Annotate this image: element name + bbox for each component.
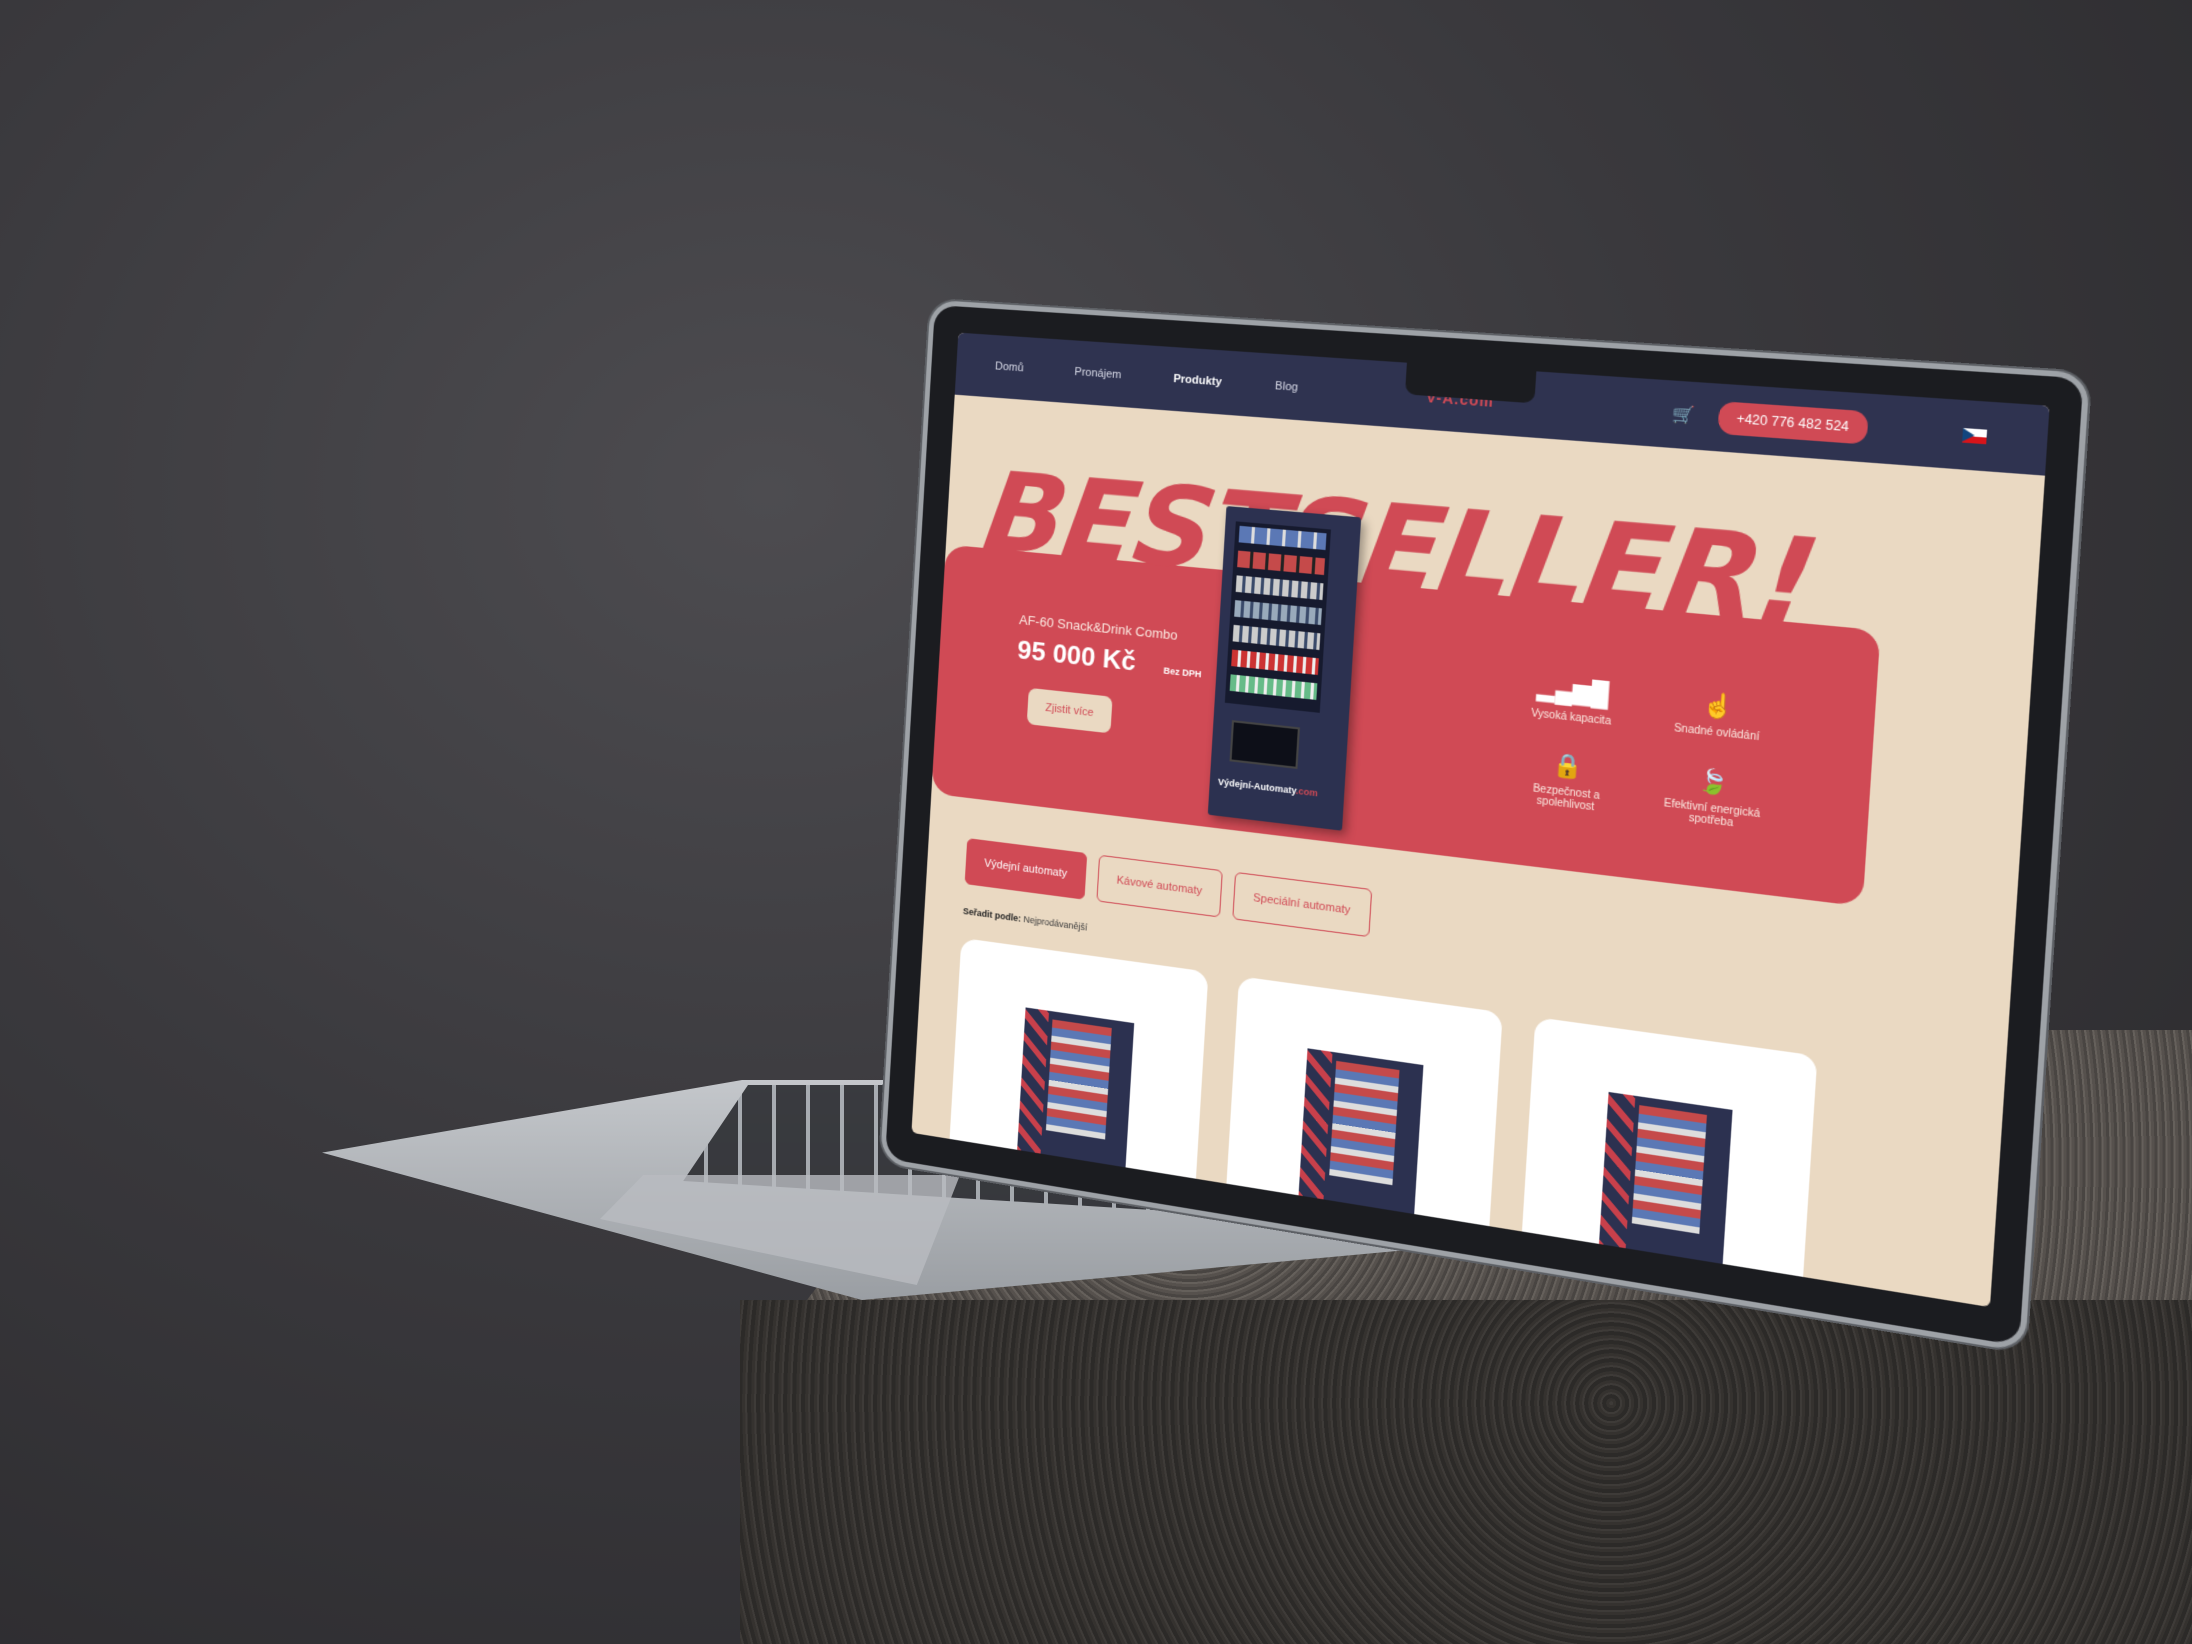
- phone-button[interactable]: +420 776 482 524: [1717, 401, 1869, 445]
- cart-icon[interactable]: 🛒: [1671, 403, 1695, 426]
- product-image: [1597, 1091, 1733, 1284]
- product-image: [1016, 1007, 1135, 1186]
- product-card[interactable]: [1520, 1017, 1818, 1297]
- scene: Domů Pronájem Produkty Blog V-A.com 🛒 +4…: [0, 0, 2192, 1644]
- tab-special[interactable]: Speciální automaty: [1232, 871, 1372, 938]
- nav-item-rental[interactable]: Pronájem: [1074, 366, 1121, 381]
- sort-value[interactable]: Nejprodávanější: [1023, 914, 1087, 933]
- sort-label: Seřadit podle:: [962, 905, 1022, 924]
- catalog-section: Výdejní automaty Kávové automaty Speciál…: [948, 397, 1963, 1297]
- laptop-screen: Domů Pronájem Produkty Blog V-A.com 🛒 +4…: [911, 332, 2050, 1308]
- tab-coffee[interactable]: Kávové automaty: [1096, 854, 1223, 918]
- pedestal-front: [740, 1300, 2192, 1644]
- product-image: [1297, 1048, 1424, 1233]
- nav-item-home[interactable]: Domů: [995, 360, 1024, 374]
- product-card[interactable]: [948, 937, 1209, 1198]
- nav-item-products[interactable]: Produkty: [1173, 373, 1222, 389]
- czech-flag-icon[interactable]: [1962, 427, 1988, 444]
- sort-control[interactable]: Seřadit podle: Nejprodávanější: [963, 906, 1088, 933]
- nav-item-blog[interactable]: Blog: [1275, 380, 1299, 394]
- tab-vending[interactable]: Výdejní automaty: [964, 838, 1088, 900]
- product-card[interactable]: [1225, 976, 1503, 1246]
